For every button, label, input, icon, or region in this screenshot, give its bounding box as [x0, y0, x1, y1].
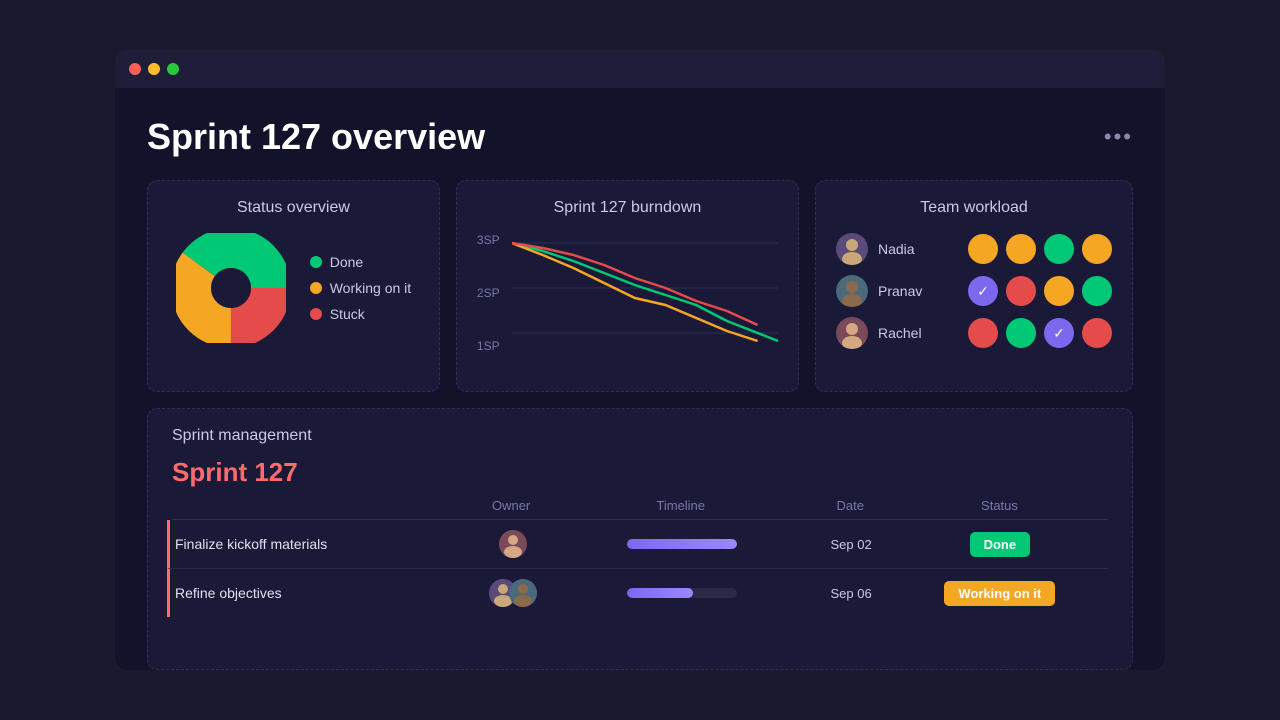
nadia-dots — [968, 234, 1112, 264]
nadia-dot-2[interactable] — [1006, 234, 1036, 264]
rachel-dot-3[interactable]: ✓ — [1044, 318, 1074, 348]
minimize-button[interactable] — [148, 63, 160, 75]
app-window: Sprint 127 overview ••• Status overview — [115, 50, 1165, 670]
working-dot — [310, 282, 322, 294]
status-cell-2: Working on it — [919, 581, 1081, 606]
legend-done: Done — [310, 254, 411, 270]
table-row: Finalize kickoff materials Sep 02 Done — [167, 520, 1108, 569]
status-overview-card: Status overview — [147, 180, 440, 392]
maximize-button[interactable] — [167, 63, 179, 75]
status-card-body: Done Working on it Stuck — [168, 233, 419, 343]
nadia-dot-3[interactable] — [1044, 234, 1074, 264]
sprint-label: Sprint 127 — [172, 457, 1108, 488]
timeline-bar-1 — [627, 539, 737, 549]
burndown-y-labels: 3SP 2SP 1SP — [477, 233, 500, 353]
pie-chart — [176, 233, 286, 343]
rachel-dot-2[interactable] — [1006, 318, 1036, 348]
more-options-button[interactable]: ••• — [1104, 124, 1133, 150]
rachel-dots: ✓ — [968, 318, 1112, 348]
task-name-2: Refine objectives — [175, 585, 445, 601]
col-add — [1081, 498, 1108, 513]
col-task — [172, 498, 443, 513]
timeline-bar-2 — [627, 588, 737, 598]
member-name-nadia: Nadia — [878, 241, 934, 257]
legend-stuck: Stuck — [310, 306, 411, 322]
main-content: Sprint 127 overview ••• Status overview — [115, 88, 1165, 670]
cards-row: Status overview — [147, 180, 1133, 392]
date-cell-1: Sep 02 — [783, 537, 918, 552]
status-cell-1: Done — [919, 532, 1081, 557]
page-title: Sprint 127 overview — [147, 116, 485, 158]
working-label: Working on it — [330, 280, 411, 296]
team-workload-card: Team workload Nadia — [815, 180, 1133, 392]
owner-cell-1 — [445, 530, 580, 558]
sprint-management-title: Sprint management — [172, 427, 1108, 445]
y-label-2sp: 2SP — [477, 286, 500, 300]
pranav-dots: ✓ — [968, 276, 1112, 306]
col-date: Date — [782, 498, 918, 513]
stuck-label: Stuck — [330, 306, 365, 322]
sprint-management-card: Sprint management Sprint 127 Owner Timel… — [147, 408, 1133, 670]
team-workload-title: Team workload — [836, 199, 1112, 217]
burndown-body: 3SP 2SP 1SP — [477, 233, 778, 373]
burndown-card: Sprint 127 burndown 3SP 2SP 1SP — [456, 180, 799, 392]
workload-body: Nadia Pranav — [836, 233, 1112, 349]
legend: Done Working on it Stuck — [310, 254, 411, 322]
member-name-rachel: Rachel — [878, 325, 934, 341]
rachel-dot-4[interactable] — [1082, 318, 1112, 348]
status-overview-title: Status overview — [168, 199, 419, 217]
owner-avatar-1 — [499, 530, 527, 558]
done-label: Done — [330, 254, 363, 270]
legend-working: Working on it — [310, 280, 411, 296]
pranav-dot-1[interactable]: ✓ — [968, 276, 998, 306]
workload-row-rachel: Rachel ✓ — [836, 317, 1112, 349]
workload-row-nadia: Nadia — [836, 233, 1112, 265]
page-header: Sprint 127 overview ••• — [147, 116, 1133, 158]
owner-avatar-group-2 — [489, 579, 537, 607]
y-label-3sp: 3SP — [477, 233, 500, 247]
col-timeline: Timeline — [579, 498, 782, 513]
date-cell-2: Sep 06 — [783, 586, 918, 601]
titlebar — [115, 50, 1165, 88]
timeline-cell-1 — [581, 539, 784, 549]
pranav-dot-2[interactable] — [1006, 276, 1036, 306]
nadia-dot-4[interactable] — [1082, 234, 1112, 264]
done-dot — [310, 256, 322, 268]
task-name-1: Finalize kickoff materials — [175, 536, 445, 552]
sprint-table-header: Owner Timeline Date Status — [172, 498, 1108, 520]
workload-row-pranav: Pranav ✓ — [836, 275, 1112, 307]
avatar-nadia — [836, 233, 868, 265]
owner-cell-2 — [445, 579, 580, 607]
col-status: Status — [918, 498, 1081, 513]
burndown-title: Sprint 127 burndown — [477, 199, 778, 217]
nadia-dot-1[interactable] — [968, 234, 998, 264]
table-row: Refine objectives Sep 06 — [167, 569, 1108, 617]
status-badge-done[interactable]: Done — [970, 532, 1031, 557]
y-label-1sp: 1SP — [477, 339, 500, 353]
avatar-rachel — [836, 317, 868, 349]
timeline-cell-2 — [581, 588, 784, 598]
member-name-pranav: Pranav — [878, 283, 934, 299]
status-badge-working[interactable]: Working on it — [944, 581, 1055, 606]
col-owner: Owner — [443, 498, 579, 513]
close-button[interactable] — [129, 63, 141, 75]
burndown-svg-container — [512, 233, 778, 353]
owner-avatar-2b — [509, 579, 537, 607]
pranav-dot-4[interactable] — [1082, 276, 1112, 306]
stuck-dot — [310, 308, 322, 320]
rachel-dot-1[interactable] — [968, 318, 998, 348]
avatar-pranav — [836, 275, 868, 307]
pranav-dot-3[interactable] — [1044, 276, 1074, 306]
